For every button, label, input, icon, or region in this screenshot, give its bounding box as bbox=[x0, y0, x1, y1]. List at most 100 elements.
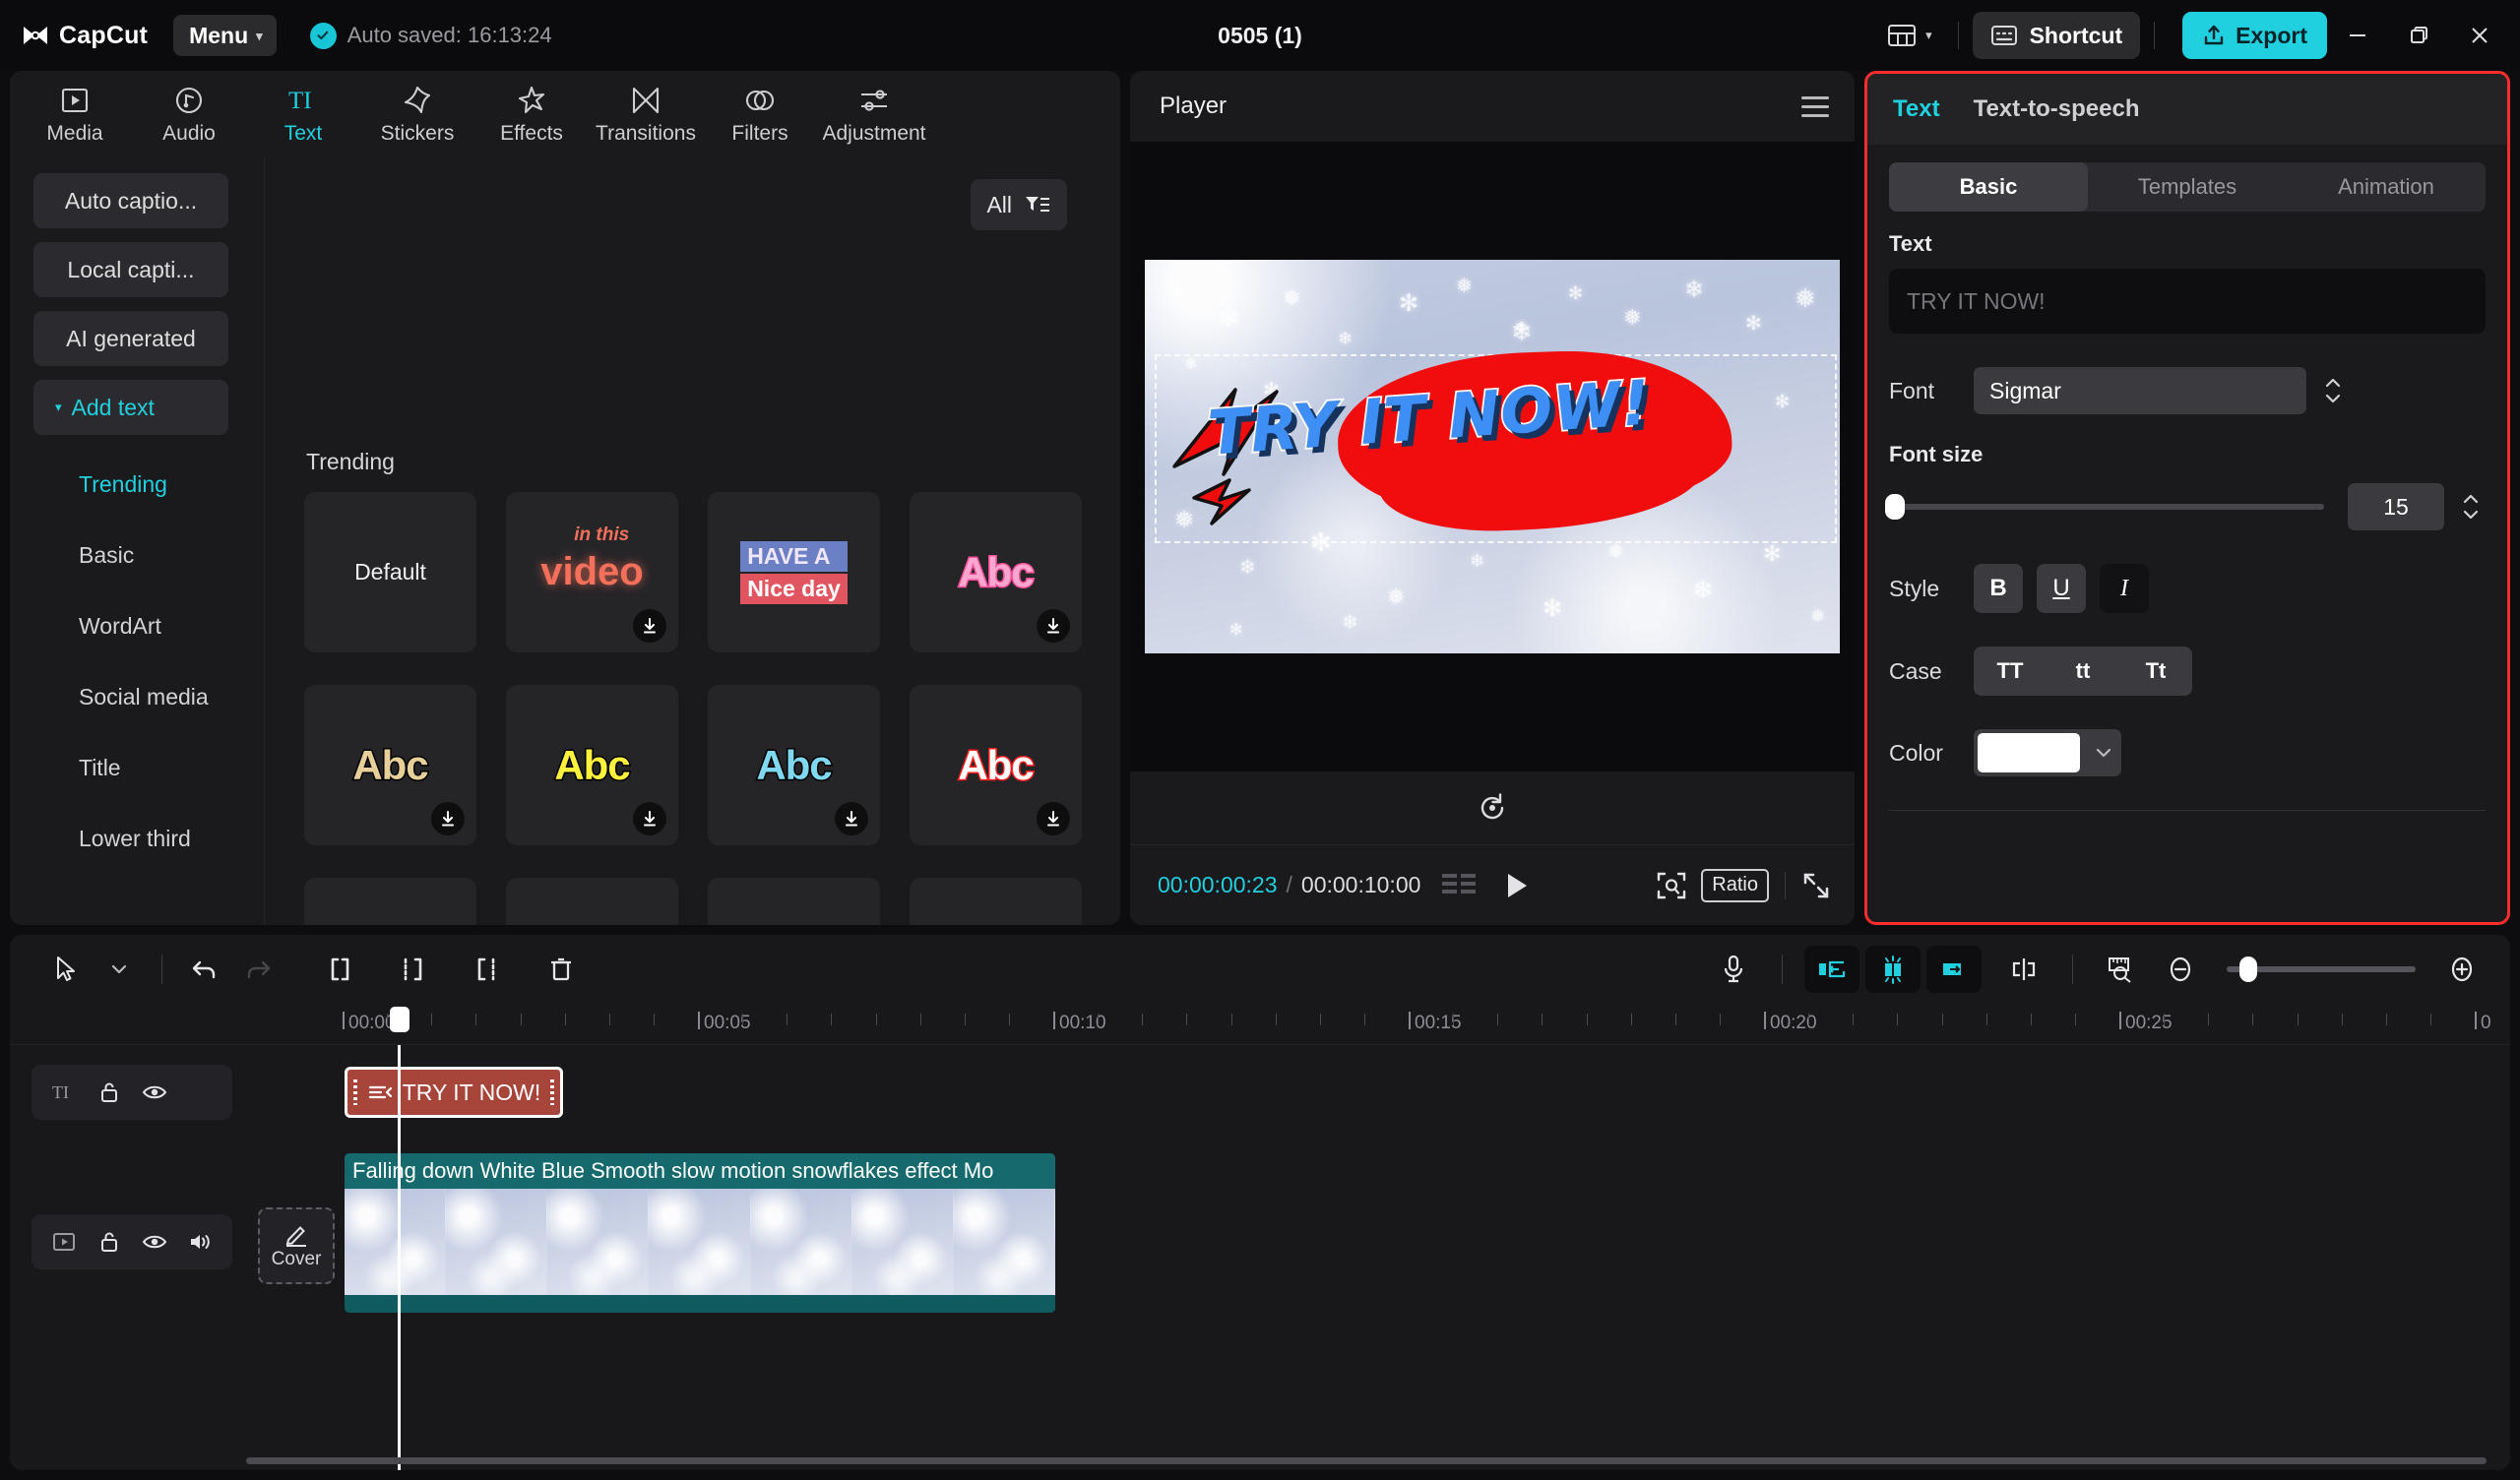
reset-icon[interactable] bbox=[1476, 791, 1509, 825]
current-timecode[interactable]: 00:00:00:23 bbox=[1158, 872, 1278, 898]
zoom-in-button[interactable] bbox=[2435, 947, 2488, 992]
close-button[interactable] bbox=[2449, 13, 2510, 58]
playhead-handle[interactable] bbox=[390, 1007, 410, 1032]
color-picker[interactable] bbox=[1974, 729, 2121, 776]
segment-animation[interactable]: Animation bbox=[2287, 162, 2486, 212]
template-card[interactable]: Abc bbox=[910, 685, 1082, 845]
zoom-slider[interactable] bbox=[2227, 956, 2416, 982]
play-icon[interactable] bbox=[1503, 871, 1531, 900]
nav-subitem-title[interactable]: Title bbox=[33, 732, 264, 803]
select-tool[interactable] bbox=[39, 947, 93, 992]
nav-subitem-lower-third[interactable]: Lower third bbox=[33, 803, 264, 874]
hamburger-icon[interactable] bbox=[1801, 95, 1829, 117]
lock-icon[interactable] bbox=[94, 1078, 124, 1107]
properties-tab-text-to-speech[interactable]: Text-to-speech bbox=[1974, 95, 2140, 123]
mix-center-button[interactable] bbox=[1865, 946, 1921, 993]
clip-grip-right[interactable] bbox=[550, 1079, 554, 1105]
template-card[interactable]: Default bbox=[304, 492, 476, 652]
download-icon[interactable] bbox=[633, 609, 666, 643]
nav-subitem-basic[interactable]: Basic bbox=[33, 520, 264, 590]
minimize-button[interactable] bbox=[2327, 13, 2388, 58]
font-stepper[interactable] bbox=[2318, 367, 2348, 414]
frames-icon[interactable] bbox=[1442, 872, 1478, 899]
segment-templates[interactable]: Templates bbox=[2088, 162, 2287, 212]
template-card[interactable]: in this video bbox=[506, 492, 678, 652]
nav-subitem-social-media[interactable]: Social media bbox=[33, 661, 264, 732]
trim-right-button[interactable] bbox=[460, 947, 513, 992]
clip-grip-left[interactable] bbox=[353, 1079, 357, 1105]
redo-button[interactable] bbox=[231, 947, 284, 992]
properties-tab-text[interactable]: Text bbox=[1893, 95, 1940, 123]
text-input[interactable]: TRY IT NOW! bbox=[1889, 269, 2486, 334]
library-tab-stickers[interactable]: Stickers bbox=[362, 75, 472, 154]
font-size-stepper[interactable] bbox=[2456, 483, 2486, 530]
bold-button[interactable]: B bbox=[1974, 564, 2023, 613]
eye-icon[interactable] bbox=[140, 1227, 169, 1257]
font-select[interactable]: Sigmar bbox=[1974, 367, 2306, 414]
ratio-button[interactable]: Ratio bbox=[1701, 868, 1769, 902]
record-button[interactable] bbox=[1707, 947, 1760, 992]
mix-right-button[interactable] bbox=[1926, 946, 1982, 993]
lock-icon[interactable] bbox=[94, 1227, 124, 1257]
keyframe-button[interactable] bbox=[1997, 947, 2050, 992]
template-card[interactable]: Abc bbox=[910, 878, 1082, 925]
titlecase-button[interactable]: Tt bbox=[2119, 647, 2192, 696]
delete-button[interactable] bbox=[535, 947, 588, 992]
nav-button-ai-generated[interactable]: AI generated bbox=[33, 311, 228, 366]
color-swatch[interactable] bbox=[1978, 733, 2080, 772]
trim-left-button[interactable] bbox=[387, 947, 440, 992]
nav-subitem-trending[interactable]: Trending bbox=[33, 449, 264, 520]
download-icon[interactable] bbox=[431, 802, 465, 835]
template-card[interactable]: Abc bbox=[304, 878, 476, 925]
nav-button-local-capti[interactable]: Local capti... bbox=[33, 242, 228, 297]
fullscreen-icon[interactable] bbox=[1801, 871, 1831, 900]
uppercase-button[interactable]: TT bbox=[1974, 647, 2047, 696]
library-tab-media[interactable]: Media bbox=[20, 75, 130, 154]
template-card[interactable]: T bbox=[506, 878, 678, 925]
font-size-input[interactable]: 15 bbox=[2348, 483, 2444, 530]
italic-button[interactable]: I bbox=[2100, 564, 2149, 613]
template-card[interactable]: Abc bbox=[910, 492, 1082, 652]
library-tab-effects[interactable]: Effects bbox=[476, 75, 587, 154]
template-card[interactable]: HAVE A Nice day bbox=[708, 492, 880, 652]
export-button[interactable]: Export bbox=[2182, 12, 2327, 59]
lowercase-button[interactable]: tt bbox=[2047, 647, 2119, 696]
template-card[interactable]: Abc bbox=[506, 685, 678, 845]
library-tab-text[interactable]: TI Text bbox=[248, 75, 358, 154]
menu-button[interactable]: Menu ▾ bbox=[173, 15, 277, 56]
ruler-button[interactable] bbox=[2095, 947, 2148, 992]
cover-button[interactable]: Cover bbox=[258, 1207, 335, 1284]
template-card[interactable]: Abc bbox=[708, 685, 880, 845]
library-tab-adjustment[interactable]: Adjustment bbox=[819, 75, 929, 154]
download-icon[interactable] bbox=[1037, 609, 1070, 643]
mix-left-button[interactable] bbox=[1804, 946, 1859, 993]
download-icon[interactable] bbox=[835, 802, 868, 835]
zoom-out-button[interactable] bbox=[2154, 947, 2207, 992]
segment-basic[interactable]: Basic bbox=[1889, 162, 2088, 212]
download-icon[interactable] bbox=[633, 802, 666, 835]
playhead[interactable] bbox=[398, 1045, 401, 1470]
filter-all-button[interactable]: All bbox=[971, 179, 1067, 230]
undo-button[interactable] bbox=[178, 947, 231, 992]
layout-button[interactable]: ▾ bbox=[1875, 15, 1944, 56]
timeline-scrollbar[interactable] bbox=[246, 1457, 2487, 1464]
nav-button-add-text[interactable]: ▾ Add text bbox=[33, 380, 228, 435]
library-tab-filters[interactable]: Filters bbox=[705, 75, 815, 154]
font-size-slider[interactable] bbox=[1885, 494, 2324, 520]
timeline-ruler[interactable]: 00:00 00:05 00:10 00:15 00:20 00:25 0 bbox=[10, 1004, 2510, 1045]
zoom-slider-knob[interactable] bbox=[2239, 956, 2257, 982]
video-clip[interactable]: Falling down White Blue Smooth slow moti… bbox=[345, 1153, 1055, 1313]
nav-button-auto-captio[interactable]: Auto captio... bbox=[33, 173, 228, 228]
text-clip[interactable]: TRY IT NOW! bbox=[345, 1067, 563, 1118]
nav-subitem-wordart[interactable]: WordArt bbox=[33, 590, 264, 661]
slider-knob[interactable] bbox=[1885, 494, 1905, 520]
library-tab-transitions[interactable]: Transitions bbox=[591, 75, 701, 154]
download-icon[interactable] bbox=[1037, 802, 1070, 835]
video-preview[interactable]: ❅✻❄❅✻❄❅✻❄❅✻❄❅✻❄❅✻❄❅✻❄❅✻❄❅✻❄❅✻❄ TRY IT NO… bbox=[1145, 260, 1840, 653]
tool-dropdown[interactable] bbox=[93, 947, 146, 992]
library-tab-audio[interactable]: Audio bbox=[134, 75, 244, 154]
template-card[interactable]: Abc bbox=[708, 878, 880, 925]
volume-icon[interactable] bbox=[185, 1227, 215, 1257]
maximize-button[interactable] bbox=[2388, 13, 2449, 58]
snapshot-icon[interactable] bbox=[1656, 870, 1687, 901]
